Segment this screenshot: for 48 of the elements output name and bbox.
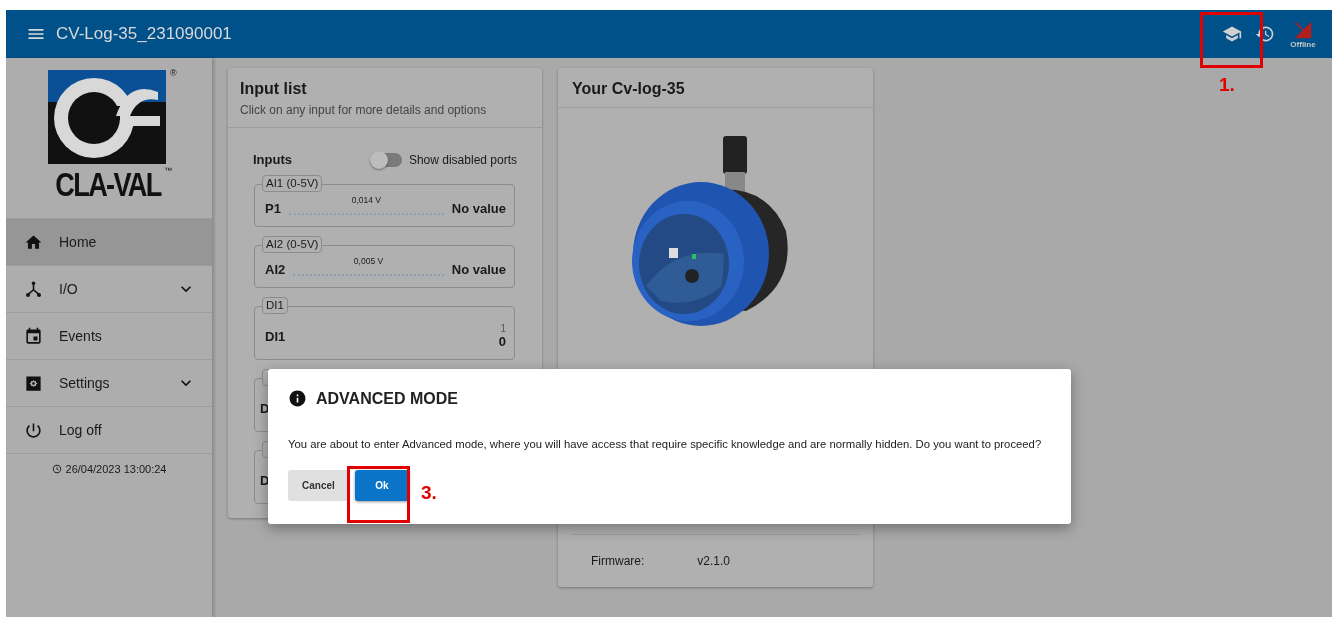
nav-item[interactable]: Home xyxy=(6,218,212,265)
toggle-label: Show disabled ports xyxy=(408,152,517,167)
nav-item[interactable]: Log off xyxy=(6,406,212,454)
graduation-cap-icon[interactable] xyxy=(1222,24,1242,44)
offline-label: Offline xyxy=(1290,39,1316,49)
dialog-title: ADVANCED MODE xyxy=(316,389,458,408)
input-reading: 0,005 V xyxy=(352,255,385,266)
input-count: 1 xyxy=(500,323,506,334)
input-name: AI2 xyxy=(265,262,286,277)
history-icon[interactable] xyxy=(1255,24,1275,44)
card-title: Input list xyxy=(240,80,308,98)
nav-item[interactable]: I/O xyxy=(6,265,212,312)
app-title: CV-Log-35_231090001 xyxy=(56,24,233,44)
input-value: No value xyxy=(451,201,506,216)
trademark-mark: ™ xyxy=(164,166,172,175)
input-value: No value xyxy=(451,262,506,277)
input-tag: DI1 xyxy=(262,297,288,314)
input-value: 0 xyxy=(498,334,506,349)
info-icon xyxy=(288,389,307,408)
ok-button[interactable]: Ok xyxy=(354,470,409,501)
input-name: DI1 xyxy=(265,328,286,344)
card-title: Your Cv-log-35 xyxy=(558,68,873,108)
cancel-button[interactable]: Cancel xyxy=(288,470,349,501)
registered-mark: ® xyxy=(170,68,177,78)
signal-off-icon xyxy=(1293,19,1313,40)
annotation-label: 3. xyxy=(421,482,437,504)
power-icon xyxy=(24,420,43,440)
annotation-box xyxy=(1200,12,1263,68)
input-name: P1 xyxy=(265,201,281,216)
clock-icon xyxy=(51,464,62,474)
section-label: Inputs xyxy=(253,152,292,167)
calendar-icon xyxy=(24,326,43,346)
gear-box-icon xyxy=(24,373,43,393)
input-reading: 0,014 V xyxy=(350,194,382,205)
toggle-switch[interactable] xyxy=(371,152,402,167)
dialog-message: You are about to enter Advanced mode, where you will have access that require specific knowledge and are normally hidden. Do you want to proceed? xyxy=(288,438,1043,450)
nav-item[interactable]: Settings xyxy=(6,359,212,406)
annotation-box xyxy=(347,466,410,523)
annotation-label: 1. xyxy=(1219,74,1235,96)
input-tag: AI2 (0-5V) xyxy=(262,236,323,253)
firmware-version: v2.1.0 xyxy=(697,554,731,568)
input-tag: AI1 (0-5V) xyxy=(262,175,323,192)
firmware-label: Firmware: xyxy=(591,554,645,568)
timestamp: 26/04/2023 13:00:24 xyxy=(65,463,167,475)
hub-icon xyxy=(24,279,43,299)
home-icon xyxy=(24,232,43,252)
nav-item[interactable]: Events xyxy=(6,312,212,359)
card-subtitle: Click on any input for more details and options xyxy=(240,103,488,117)
